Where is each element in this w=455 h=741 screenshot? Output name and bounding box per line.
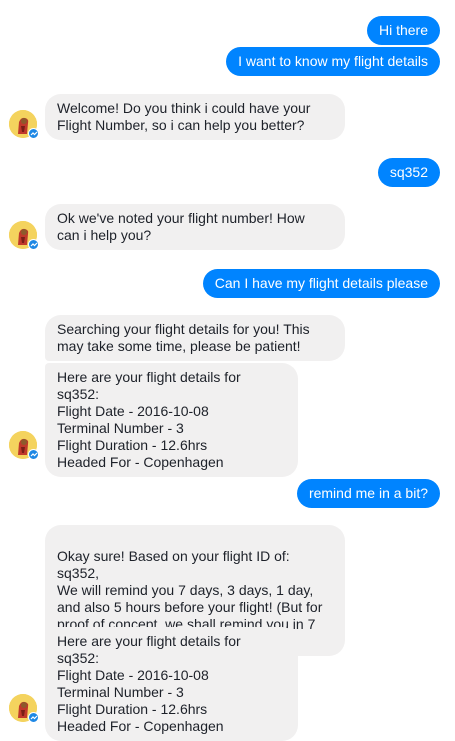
messenger-badge-icon <box>28 239 39 250</box>
outgoing-message-bubble[interactable]: Can I have my flight details please <box>202 269 440 298</box>
incoming-message-bubble[interactable]: Here are your flight details for sq352: … <box>45 363 298 477</box>
incoming-message-bubble[interactable]: Ok we've noted your flight number! How c… <box>45 204 345 250</box>
messenger-badge-icon <box>28 712 39 723</box>
incoming-message-bubble[interactable]: Welcome! Do you think i could have your … <box>45 94 345 140</box>
messenger-badge-icon <box>28 128 39 139</box>
chat-thread: Hi there I want to know my flight detail… <box>0 0 455 741</box>
outgoing-message-bubble[interactable]: sq352 <box>377 158 440 187</box>
incoming-message-bubble[interactable]: Here are your flight details for sq352: … <box>45 627 298 741</box>
incoming-message-bubble[interactable]: Searching your flight details for you! T… <box>45 315 345 361</box>
outgoing-message-bubble[interactable]: I want to know my flight details <box>226 47 440 76</box>
outgoing-message-bubble[interactable]: remind me in a bit? <box>296 479 440 508</box>
messenger-badge-icon <box>28 449 39 460</box>
outgoing-message-bubble[interactable]: Hi there <box>366 16 440 45</box>
